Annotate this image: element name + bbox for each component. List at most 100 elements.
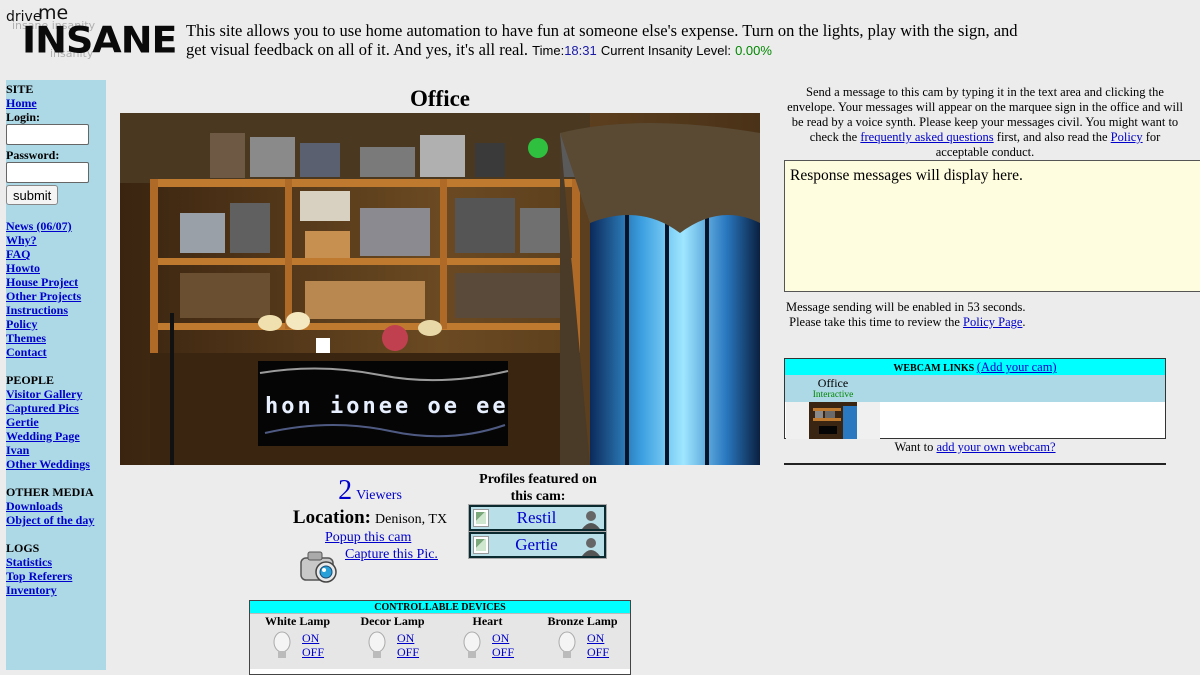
insanity-value: 0.00% — [735, 43, 772, 58]
device-name-white-lamp: White Lamp — [264, 614, 330, 628]
divider — [784, 463, 1166, 465]
cam-location: Location: Denison, TX — [270, 507, 470, 529]
sidebar-link-downloads[interactable]: Downloads — [6, 499, 106, 513]
svg-text:hon ionee oe ee: hon ionee oe ee — [265, 394, 509, 419]
time-value: 18:31 — [564, 43, 597, 58]
sidebar-link-why[interactable]: Why? — [6, 233, 106, 247]
sidebar-link-other-weddings[interactable]: Other Weddings — [6, 457, 106, 471]
password-label: Password: — [6, 148, 60, 162]
lightbulb-icon — [368, 631, 386, 658]
white-lamp-on-link[interactable]: ON — [302, 631, 319, 646]
sidebar-link-howto[interactable]: Howto — [6, 261, 106, 275]
decor-lamp-off-link[interactable]: OFF — [397, 645, 419, 660]
sidebar-link-faq[interactable]: FAQ — [6, 247, 106, 261]
webcam-thumbnail-cell — [786, 402, 880, 439]
webcam-thumbnail-drawing — [809, 402, 857, 439]
sidebar-link-visitor-gallery[interactable]: Visitor Gallery — [6, 387, 106, 401]
sidebar-link-policy[interactable]: Policy — [6, 317, 106, 331]
sidebar-link-instructions[interactable]: Instructions — [6, 303, 106, 317]
logo-insane-text: INSANE — [22, 19, 177, 61]
sidebar-link-other-projects[interactable]: Other Projects — [6, 289, 106, 303]
lightbulb-icon — [558, 631, 576, 658]
sidebar-link-news[interactable]: News (06/07) — [6, 219, 106, 233]
profile-restil[interactable]: Restil — [468, 504, 607, 532]
device-white-lamp: ON OFF — [250, 629, 345, 669]
viewers-count: 2 Viewers — [300, 475, 440, 507]
device-name-heart: Heart — [472, 614, 503, 628]
cam-title: Office — [409, 86, 470, 111]
device-name-decor-lamp: Decor Lamp — [360, 614, 425, 628]
heart-on-link[interactable]: ON — [492, 631, 509, 646]
sidebar: SITE Home Login: Password: submit News (… — [6, 80, 106, 670]
viewers-number: 2 — [338, 475, 353, 506]
policy-link[interactable]: Policy — [1111, 130, 1143, 144]
want-text: Want to — [894, 440, 934, 454]
devices-title: CONTROLLABLE DEVICES — [250, 601, 630, 614]
message-enable-note: Message sending will be enabled in 53 se… — [786, 300, 1186, 330]
send-note-text: first, and also read the — [996, 130, 1108, 144]
popup-cam-link[interactable]: Popup this cam — [325, 530, 411, 546]
faq-link[interactable]: frequently asked questions — [860, 130, 993, 144]
policy-page-link[interactable]: Policy Page — [963, 315, 1022, 329]
bronze-lamp-on-link[interactable]: ON — [587, 631, 604, 646]
person-icon — [582, 538, 600, 556]
sidebar-link-inventory[interactable]: Inventory — [6, 583, 106, 597]
person-icon — [582, 511, 600, 529]
login-label: Login: — [6, 110, 41, 124]
sidebar-link-object-of-the-day[interactable]: Object of the day — [6, 513, 106, 527]
capture-pic-link[interactable]: Capture this Pic. — [345, 547, 438, 563]
sidebar-head-people: PEOPLE — [6, 373, 55, 387]
profiles-title: Profiles featured on this cam: — [479, 472, 597, 504]
bronze-lamp-off-link[interactable]: OFF — [587, 645, 609, 660]
add-own-webcam-link[interactable]: add your own webcam? — [936, 440, 1055, 454]
add-your-cam-link[interactable]: (Add your cam) — [977, 360, 1057, 374]
sidebar-link-contact[interactable]: Contact — [6, 345, 106, 359]
insanity-label: Current Insanity Level: — [600, 43, 731, 58]
white-lamp-off-link[interactable]: OFF — [302, 645, 324, 660]
webcam-image[interactable]: hon ionee oe ee — [120, 113, 760, 465]
location-label: Location: — [292, 507, 372, 528]
sidebar-link-statistics[interactable]: Statistics — [6, 555, 106, 569]
sidebar-link-house-project[interactable]: House Project — [6, 275, 106, 289]
camera-icon[interactable] — [298, 546, 342, 586]
lightbulb-icon — [273, 631, 291, 658]
sidebar-link-captured-pics[interactable]: Captured Pics — [6, 401, 106, 415]
decor-lamp-on-link[interactable]: ON — [397, 631, 414, 646]
device-bronze-lamp: ON OFF — [535, 629, 630, 669]
webcam-thumbnail[interactable] — [809, 402, 857, 439]
password-input[interactable] — [6, 162, 89, 183]
review-text: Please take this time to review the — [789, 315, 960, 329]
location-value: Denison, TX — [375, 512, 448, 527]
heart-off-link[interactable]: OFF — [492, 645, 514, 660]
sidebar-link-wedding-page[interactable]: Wedding Page — [6, 429, 106, 443]
site-logo[interactable]: insane insanity insanity drive me INSANE — [6, 2, 177, 66]
sidebar-link-themes[interactable]: Themes — [6, 331, 106, 345]
controllable-devices-panel: CONTROLLABLE DEVICES White Lamp Decor La… — [249, 600, 631, 675]
sidebar-link-ivan[interactable]: Ivan — [6, 443, 106, 457]
submit-button[interactable]: submit — [6, 185, 59, 205]
device-heart: ON OFF — [440, 629, 535, 669]
login-input[interactable] — [6, 124, 89, 145]
sidebar-link-home[interactable]: Home — [6, 96, 106, 110]
profile-gertie[interactable]: Gertie — [468, 531, 607, 559]
add-own-webcam: Want to add your own webcam? — [784, 440, 1166, 455]
send-message-instructions: Send a message to this cam by typing it … — [784, 85, 1186, 160]
enable-countdown-text: Message sending will be enabled in 53 se… — [786, 300, 1026, 314]
webcam-entry-name: Office — [817, 376, 849, 390]
profile-name[interactable]: Gertie — [493, 535, 580, 555]
profile-name[interactable]: Restil — [493, 508, 580, 528]
broken-image-icon — [473, 536, 489, 554]
response-messages-area: Response messages will display here. — [784, 160, 1200, 292]
webcam-image-drawing: hon ionee oe ee — [120, 113, 760, 465]
webcam-links-title: WEBCAM LINKS — [893, 363, 975, 374]
sidebar-link-gertie[interactable]: Gertie — [6, 415, 106, 429]
viewers-label: Viewers — [356, 488, 402, 503]
webcam-entry-office[interactable]: Office Interactive — [785, 375, 1165, 402]
device-decor-lamp: ON OFF — [345, 629, 440, 669]
sidebar-head-other-media: OTHER MEDIA — [6, 485, 94, 499]
device-name-bronze-lamp: Bronze Lamp — [547, 614, 618, 628]
sidebar-link-top-referers[interactable]: Top Referers — [6, 569, 106, 583]
webcam-entry-tag: Interactive — [812, 390, 854, 400]
webcam-links-header: WEBCAM LINKS (Add your cam) — [785, 359, 1165, 375]
sidebar-head-site: SITE — [6, 82, 34, 96]
